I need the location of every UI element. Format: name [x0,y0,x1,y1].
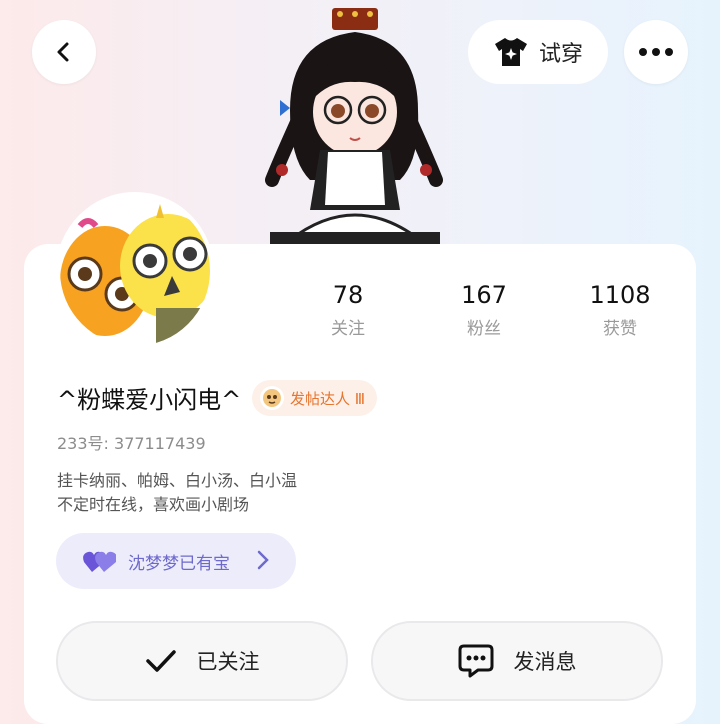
followers-label: 粉丝 [467,319,501,339]
badge-label: 发帖达人 Ⅲ [290,389,366,408]
avatar-image [60,196,210,346]
poster-badge[interactable]: 发帖达人 Ⅲ [252,380,378,416]
followed-label: 已关注 [196,650,260,674]
user-id: 233号: 377117439 [57,434,206,453]
character-avatar-image [265,8,443,245]
tshirt-sparkle-icon [494,38,527,66]
try-on-button[interactable]: 试穿 [468,20,608,84]
cp-relation-button[interactable]: 沈梦梦已有宝 [56,533,296,589]
send-message-button[interactable]: 发消息 [371,621,663,701]
following-count: 78 [332,281,364,309]
try-on-label: 试穿 [538,42,583,67]
likes-count: 1108 [589,281,651,309]
more-dots-icon [639,48,673,56]
badge-emblem-icon [260,386,284,410]
send-message-label: 发消息 [513,650,577,674]
user-avatar[interactable] [56,192,214,350]
check-icon [145,650,176,672]
more-button[interactable] [624,20,688,84]
user-nickname: ^粉蝶爱小闪电^ [57,386,242,414]
cp-label: 沈梦梦已有宝 [128,553,230,574]
double-heart-icon [83,551,116,572]
following-label: 关注 [331,319,365,339]
followers-count: 167 [461,281,507,309]
bio-line: 不定时在线，喜欢画小剧场 [57,495,250,514]
followed-button[interactable]: 已关注 [56,621,348,701]
stat-following[interactable]: 78 关注 [288,280,408,339]
user-bio: 挂卡纳丽、帕姆、白小汤、白小温 不定时在线，喜欢画小剧场 [57,469,297,517]
chevron-left-icon [57,42,69,62]
chat-bubble-icon [458,644,493,678]
stat-likes[interactable]: 1108 获赞 [560,280,680,339]
chevron-right-icon [257,550,269,570]
bio-line: 挂卡纳丽、帕姆、白小汤、白小温 [57,471,298,490]
stat-followers[interactable]: 167 粉丝 [424,280,544,339]
back-button[interactable] [32,20,96,84]
likes-label: 获赞 [603,319,637,339]
